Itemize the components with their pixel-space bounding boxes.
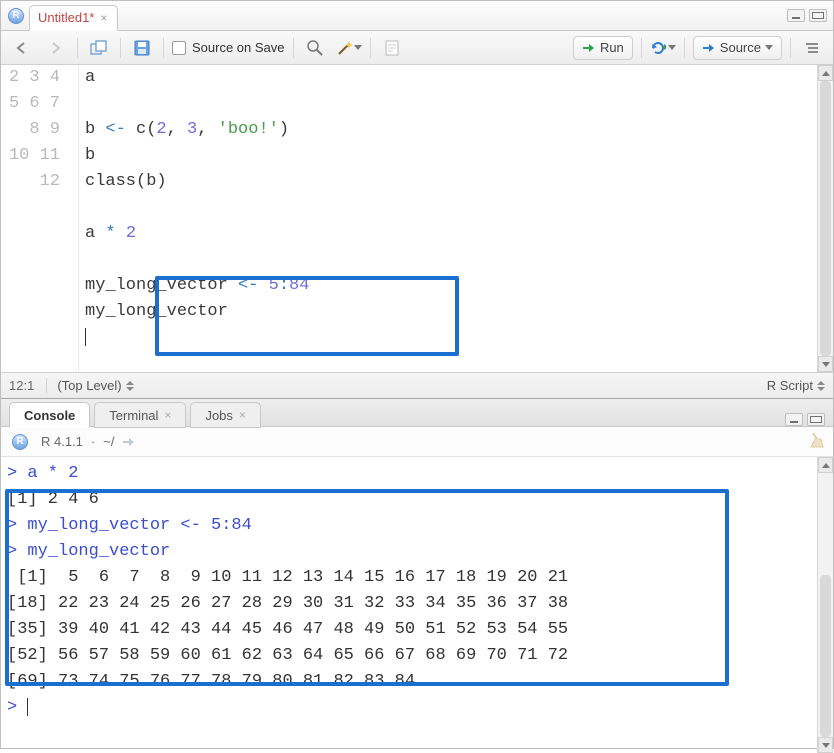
- separator-dot: ·: [91, 434, 95, 449]
- editor-scrollbar[interactable]: [817, 65, 833, 372]
- console-pane: Console Terminal × Jobs × R R 4.1.1 · ~/…: [1, 399, 833, 753]
- source-on-save-label: Source on Save: [192, 40, 285, 55]
- scrollbar-thumb[interactable]: [820, 575, 831, 737]
- source-tab-untitled1[interactable]: Untitled1* ×: [29, 5, 118, 31]
- r-logo-icon: R: [9, 431, 31, 453]
- tab-jobs[interactable]: Jobs ×: [190, 402, 260, 428]
- source-label: Source: [720, 40, 761, 55]
- source-tab-title: Untitled1*: [38, 10, 94, 25]
- scope-label: (Top Level): [57, 378, 121, 393]
- tab-console-label: Console: [24, 408, 75, 423]
- console-output[interactable]: > a * 2 [1] 2 4 6 > my_long_vector <- 5:…: [1, 457, 817, 753]
- console-tabbar: Console Terminal × Jobs ×: [1, 399, 833, 427]
- code-editor[interactable]: 2 3 4 5 6 7 8 9 10 11 12 a b <- c(2, 3, …: [1, 65, 833, 372]
- language-label: R Script: [767, 378, 813, 393]
- rerun-button[interactable]: [650, 36, 676, 60]
- chevron-down-icon: [354, 45, 362, 50]
- outline-button[interactable]: [799, 36, 825, 60]
- source-button[interactable]: Source: [693, 36, 782, 60]
- code-tools-button[interactable]: [336, 36, 362, 60]
- maximize-pane-button[interactable]: [807, 413, 825, 426]
- tab-terminal-label: Terminal: [109, 408, 158, 423]
- cursor-position: 12:1: [9, 378, 34, 393]
- goto-directory-icon[interactable]: [122, 436, 136, 448]
- maximize-pane-button[interactable]: [809, 9, 827, 22]
- text-cursor: [85, 328, 86, 346]
- chevron-down-icon: [765, 45, 773, 50]
- tab-console[interactable]: Console: [9, 402, 90, 428]
- source-tabbar: R Untitled1* ×: [1, 1, 833, 31]
- source-on-save-toggle[interactable]: Source on Save: [172, 40, 285, 55]
- updown-icon: [817, 381, 825, 391]
- back-button[interactable]: [9, 36, 35, 60]
- updown-icon: [126, 381, 134, 391]
- code-content[interactable]: a b <- c(2, 3, 'boo!') b class(b) a * 2 …: [79, 65, 817, 372]
- find-replace-button[interactable]: [302, 36, 328, 60]
- source-pane: R Untitled1* × Source on Save: [1, 1, 833, 399]
- working-directory[interactable]: ~/: [103, 434, 114, 449]
- language-selector[interactable]: R Script: [767, 378, 825, 393]
- text-cursor: [27, 698, 28, 716]
- checkbox-icon: [172, 41, 186, 55]
- close-icon[interactable]: ×: [100, 12, 107, 24]
- minimize-pane-button[interactable]: [787, 9, 805, 22]
- run-label: Run: [600, 40, 624, 55]
- minimize-pane-button[interactable]: [785, 413, 803, 426]
- chevron-down-icon: [668, 45, 676, 50]
- close-icon[interactable]: ×: [164, 408, 171, 422]
- close-icon[interactable]: ×: [239, 408, 246, 422]
- line-number-gutter: 2 3 4 5 6 7 8 9 10 11 12: [1, 65, 79, 372]
- compile-report-button[interactable]: [379, 36, 405, 60]
- tab-terminal[interactable]: Terminal ×: [94, 402, 186, 428]
- forward-button[interactable]: [43, 36, 69, 60]
- rscript-file-icon: R: [5, 5, 27, 27]
- save-button[interactable]: [129, 36, 155, 60]
- show-in-new-window-button[interactable]: [86, 36, 112, 60]
- console-infobar: R R 4.1.1 · ~/: [1, 427, 833, 457]
- editor-statusbar: 12:1 (Top Level) R Script: [1, 372, 833, 398]
- source-toolbar: Source on Save Run Source: [1, 31, 833, 65]
- console-scrollbar[interactable]: [817, 457, 833, 753]
- tab-jobs-label: Jobs: [205, 408, 232, 423]
- console-prompt[interactable]: >: [7, 698, 27, 717]
- scope-selector[interactable]: (Top Level): [46, 378, 133, 393]
- scrollbar-thumb[interactable]: [820, 81, 831, 356]
- clear-console-button[interactable]: [807, 431, 825, 452]
- run-button[interactable]: Run: [573, 36, 633, 60]
- r-version-label: R 4.1.1: [41, 434, 83, 449]
